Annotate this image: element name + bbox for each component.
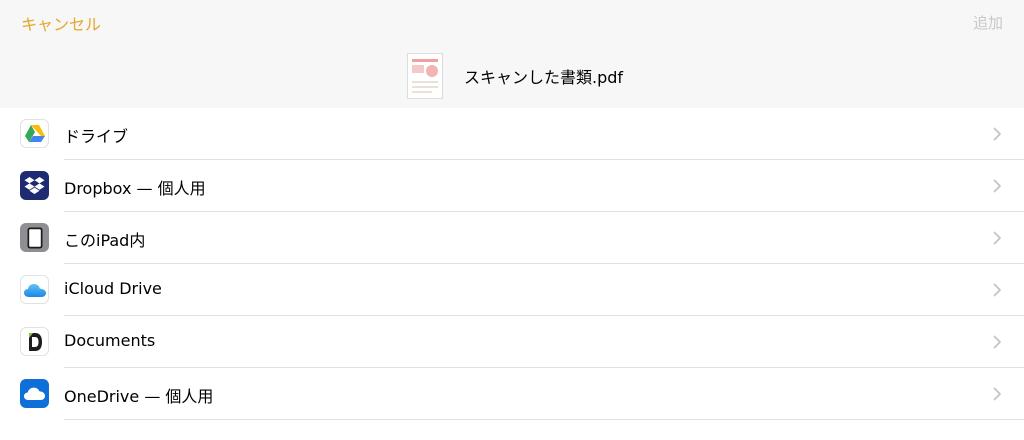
- location-row-dropbox[interactable]: Dropbox — 個人用: [0, 160, 1024, 212]
- document-preview: スキャンした書類.pdf: [407, 53, 623, 99]
- chevron-right-icon: [993, 387, 1001, 401]
- icloud-icon: [20, 275, 49, 304]
- chevron-right-icon: [993, 335, 1001, 349]
- location-label: OneDrive — 個人用: [64, 387, 214, 406]
- location-label: このiPad内: [64, 231, 146, 250]
- documents-app-icon: [20, 327, 49, 356]
- ipad-icon: [20, 223, 49, 252]
- location-row-icloud-drive[interactable]: iCloud Drive: [0, 264, 1024, 316]
- chevron-right-icon: [993, 231, 1001, 245]
- chevron-right-icon: [993, 179, 1001, 193]
- location-row-google-drive[interactable]: ドライブ: [0, 108, 1024, 160]
- sheet-header: キャンセル 追加 スキャンした書類.pdf: [0, 0, 1024, 108]
- google-drive-icon: [20, 119, 49, 148]
- location-row-this-ipad[interactable]: このiPad内: [0, 212, 1024, 264]
- chevron-right-icon: [993, 127, 1001, 141]
- location-label: iCloud Drive: [64, 279, 162, 298]
- onedrive-icon: [20, 379, 49, 408]
- location-row-documents[interactable]: Documents: [0, 316, 1024, 368]
- location-label: Documents: [64, 331, 156, 350]
- cancel-button[interactable]: キャンセル: [21, 11, 101, 35]
- location-label: ドライブ: [64, 127, 129, 146]
- document-name: スキャンした書類.pdf: [464, 68, 624, 87]
- dropbox-icon: [20, 171, 49, 200]
- location-label: Dropbox — 個人用: [64, 179, 206, 198]
- location-list: ドライブ Dropbox — 個人用 このiPad内 iCloud Drive …: [0, 108, 1024, 420]
- location-row-onedrive[interactable]: OneDrive — 個人用: [0, 368, 1024, 420]
- pdf-thumbnail: [407, 53, 443, 99]
- add-button[interactable]: 追加: [973, 12, 1003, 33]
- chevron-right-icon: [993, 283, 1001, 297]
